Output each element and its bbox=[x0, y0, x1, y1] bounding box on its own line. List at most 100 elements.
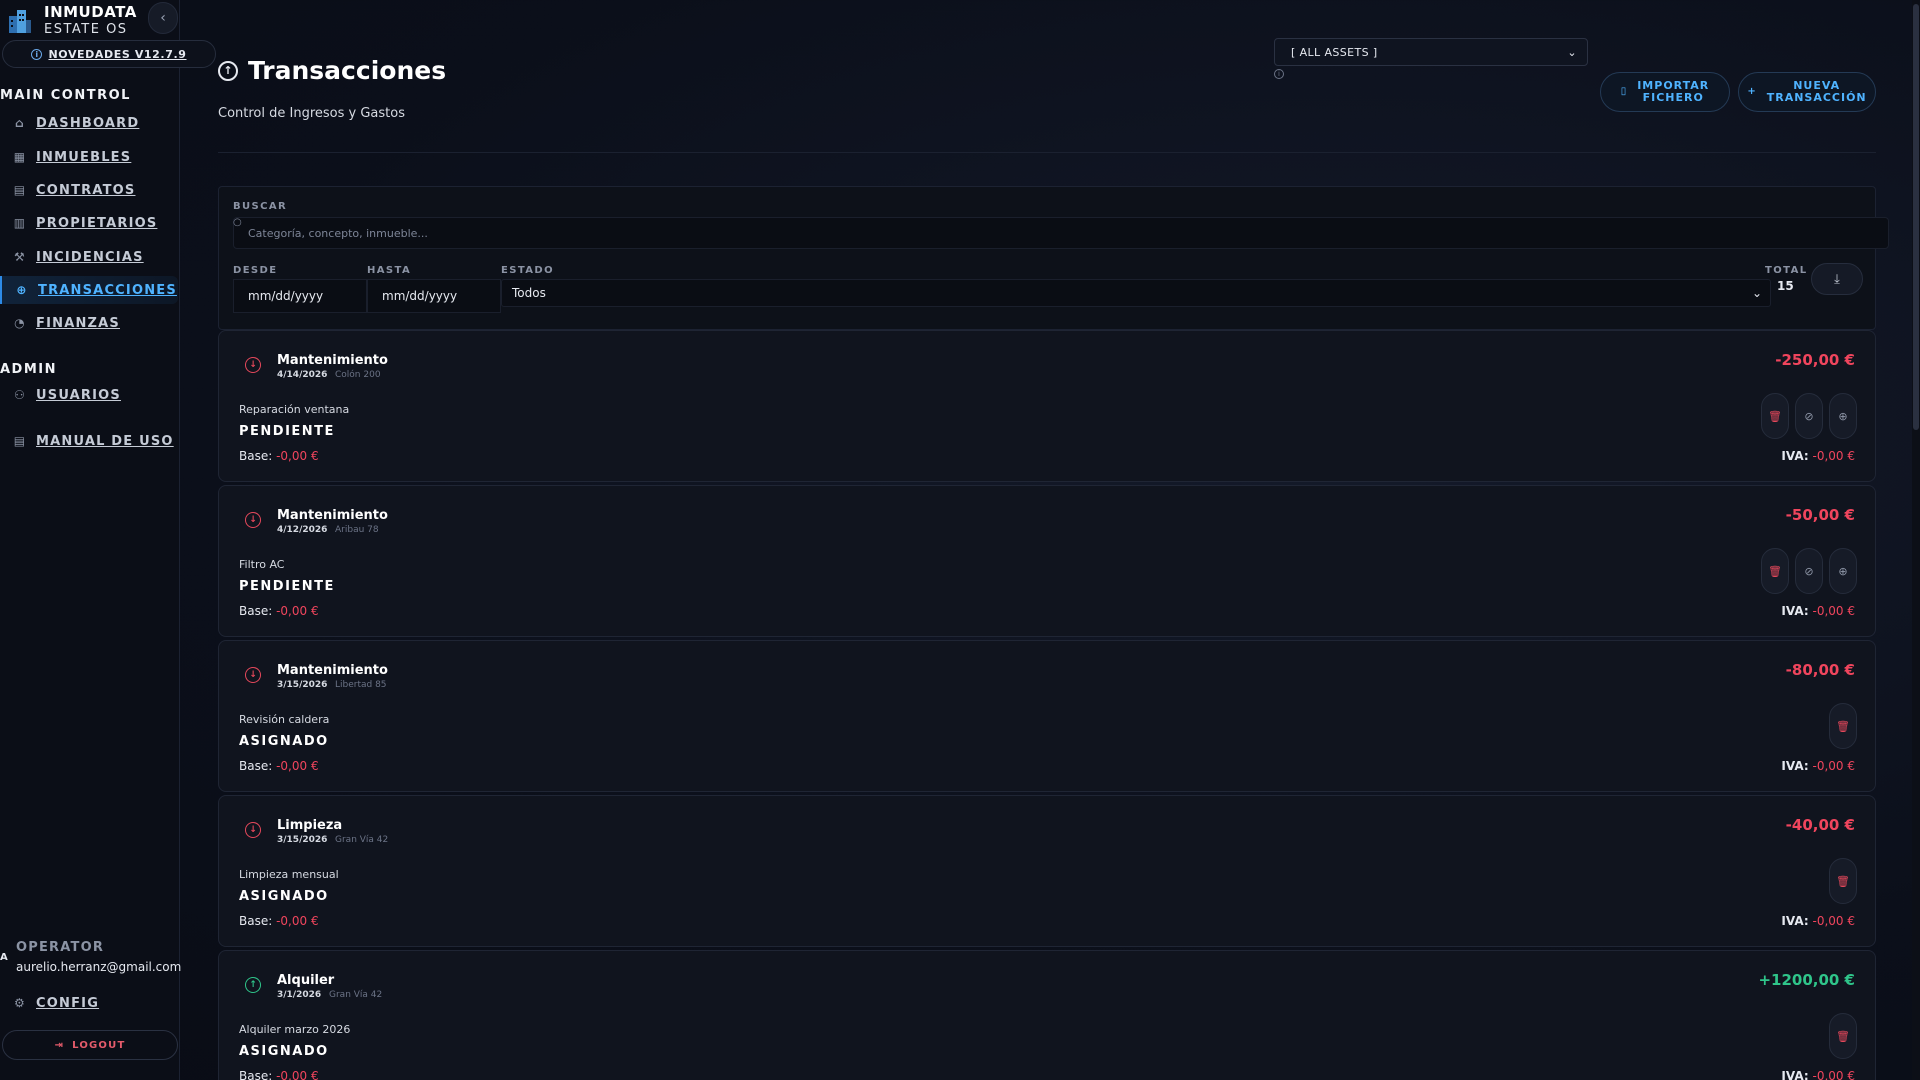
operator-avatar: A bbox=[0, 952, 8, 963]
search-label: BUSCAR bbox=[233, 201, 288, 212]
file-icon: ▯ bbox=[1620, 86, 1628, 97]
sidebar-item-transacciones[interactable]: ⊕ TRANSACCIONES bbox=[0, 276, 178, 304]
transaction-card[interactable]: ↓ Mantenimiento 3/15/2026 Libertad 85 -8… bbox=[218, 640, 1876, 792]
page-title: Transacciones bbox=[248, 56, 447, 85]
sidebar-item-usuarios[interactable]: ⚇ USUARIOS bbox=[0, 381, 178, 409]
base-value: -0,00 € bbox=[276, 759, 319, 773]
collapse-sidebar-button[interactable]: ‹ bbox=[148, 2, 178, 34]
transaction-status: ASIGNADO bbox=[239, 1044, 329, 1059]
cancel-button[interactable]: ⊘ bbox=[1795, 393, 1823, 439]
operator-label: OPERATOR bbox=[16, 940, 105, 955]
chevron-down-icon: ⌄ bbox=[1751, 286, 1762, 300]
sidebar-item-label: TRANSACCIONES bbox=[38, 282, 177, 298]
asset-filter-select[interactable]: [ ALL ASSETS ] ⌄ bbox=[1274, 38, 1588, 66]
transaction-iva: IVA: -0,00 € bbox=[1781, 1069, 1855, 1080]
delete-button[interactable]: 🗑 bbox=[1829, 1013, 1857, 1059]
transaction-concept: Alquiler marzo 2026 bbox=[239, 1023, 351, 1036]
status-select-value: Todos bbox=[512, 286, 546, 300]
sidebar-item-label: PROPIETARIOS bbox=[36, 215, 158, 231]
delete-button[interactable]: 🗑 bbox=[1761, 393, 1789, 439]
transaction-iva: IVA: -0,00 € bbox=[1781, 759, 1855, 773]
total-count: 15 bbox=[1777, 279, 1794, 293]
logout-button[interactable]: ⇥ LOGOUT bbox=[2, 1030, 178, 1060]
transaction-category: Mantenimiento bbox=[277, 508, 388, 523]
iva-label: IVA: bbox=[1781, 604, 1809, 618]
import-file-button[interactable]: ▯ IMPORTAR FICHERO bbox=[1600, 72, 1730, 112]
transaction-iva: IVA: -0,00 € bbox=[1781, 914, 1855, 928]
base-label: Base: bbox=[239, 1069, 273, 1080]
news-version-link[interactable]: i NOVEDADES V12.7.9 bbox=[2, 40, 216, 68]
trash-icon: 🗑 bbox=[1836, 719, 1850, 733]
arrow-down-circle-icon: ⊕ bbox=[1838, 409, 1848, 423]
transaction-base: Base: -0,00 € bbox=[239, 449, 319, 463]
iva-value: -0,00 € bbox=[1812, 449, 1856, 463]
status-select[interactable]: Todos ⌄ bbox=[501, 279, 1771, 307]
from-label: DESDE bbox=[233, 265, 278, 276]
transaction-concept: Filtro AC bbox=[239, 558, 285, 571]
home-icon: ⌂ bbox=[15, 116, 25, 130]
transaction-status: PENDIENTE bbox=[239, 579, 335, 594]
sidebar-item-config[interactable]: ⚙ CONFIG bbox=[0, 989, 178, 1017]
delete-button[interactable]: 🗑 bbox=[1761, 548, 1789, 594]
sidebar-item-inmuebles[interactable]: ▦ INMUEBLES bbox=[0, 143, 178, 171]
transaction-card[interactable]: ↑ Alquiler 3/1/2026 Gran Vía 42 +1200,00… bbox=[218, 950, 1876, 1080]
brand[interactable]: INMUDATA ESTATE OS bbox=[8, 4, 137, 38]
download-button[interactable]: ⤓ bbox=[1811, 263, 1863, 295]
transaction-base: Base: -0,00 € bbox=[239, 759, 319, 773]
info-icon: i bbox=[31, 48, 43, 60]
brand-subtitle: ESTATE OS bbox=[44, 22, 128, 37]
transaction-amount: -250,00 € bbox=[1775, 351, 1855, 369]
transaction-date: 3/15/2026 bbox=[277, 835, 328, 845]
sidebar-item-label: INCIDENCIAS bbox=[36, 249, 144, 265]
transaction-amount: -50,00 € bbox=[1785, 506, 1855, 524]
assign-button[interactable]: ⊕ bbox=[1829, 548, 1857, 594]
base-label: Base: bbox=[239, 604, 273, 618]
expense-icon: ↓ bbox=[245, 667, 261, 683]
base-label: Base: bbox=[239, 449, 273, 463]
page-header: ↑ Transacciones bbox=[218, 56, 446, 85]
chevron-down-icon: ⌄ bbox=[1567, 45, 1577, 59]
transaction-amount: -40,00 € bbox=[1785, 816, 1855, 834]
chevron-left-icon: ‹ bbox=[160, 10, 166, 26]
transaction-card[interactable]: ↓ Limpieza 3/15/2026 Gran Vía 42 -40,00 … bbox=[218, 795, 1876, 947]
scrollbar-thumb[interactable] bbox=[1913, 4, 1919, 430]
from-date-input[interactable]: mm/dd/yyyy bbox=[233, 279, 367, 313]
to-date-input[interactable]: mm/dd/yyyy bbox=[367, 279, 501, 313]
sidebar-item-dashboard[interactable]: ⌂ DASHBOARD bbox=[0, 109, 178, 137]
delete-button[interactable]: 🗑 bbox=[1829, 858, 1857, 904]
transaction-amount: +1200,00 € bbox=[1758, 971, 1855, 989]
page-scrollbar[interactable] bbox=[1912, 0, 1920, 1080]
delete-button[interactable]: 🗑 bbox=[1829, 703, 1857, 749]
section-main-control: MAIN CONTROL bbox=[0, 88, 131, 103]
status-label: ESTADO bbox=[501, 265, 555, 276]
transaction-card[interactable]: ↓ Mantenimiento 4/12/2026 Aribau 78 -50,… bbox=[218, 485, 1876, 637]
transaction-base: Base: -0,00 € bbox=[239, 1069, 319, 1080]
transaction-category: Limpieza bbox=[277, 818, 343, 833]
assign-button[interactable]: ⊕ bbox=[1829, 393, 1857, 439]
sidebar-item-label: FINANZAS bbox=[36, 315, 120, 331]
trash-icon: 🗑 bbox=[1768, 564, 1782, 578]
new-transaction-button[interactable]: + NUEVA TRANSACCIÓN bbox=[1738, 72, 1876, 112]
sidebar-item-finanzas[interactable]: ◔ FINANZAS bbox=[0, 309, 178, 337]
transaction-concept: Limpieza mensual bbox=[239, 868, 339, 881]
base-value: -0,00 € bbox=[276, 1069, 319, 1080]
owners-icon: ▥ bbox=[13, 216, 27, 230]
search-input[interactable]: Categoría, concepto, inmueble... bbox=[233, 217, 1889, 249]
sidebar-item-contratos[interactable]: ▤ CONTRATOS bbox=[0, 176, 178, 204]
wrench-icon: ⚒ bbox=[14, 250, 26, 264]
brand-title: INMUDATA bbox=[44, 3, 137, 21]
expense-icon: ↓ bbox=[245, 512, 261, 528]
transaction-status: ASIGNADO bbox=[239, 734, 329, 749]
sidebar-item-propietarios[interactable]: ▥ PROPIETARIOS bbox=[0, 209, 178, 237]
sidebar-item-manual[interactable]: ▤ MANUAL DE USO bbox=[0, 427, 178, 455]
base-value: -0,00 € bbox=[276, 604, 319, 618]
users-icon: ⚇ bbox=[14, 388, 26, 402]
trash-icon: 🗑 bbox=[1836, 1029, 1850, 1043]
download-icon: ⤓ bbox=[1834, 271, 1840, 287]
sidebar-item-incidencias[interactable]: ⚒ INCIDENCIAS bbox=[0, 243, 178, 271]
sidebar-item-label: CONTRATOS bbox=[36, 182, 136, 198]
cancel-button[interactable]: ⊘ bbox=[1795, 548, 1823, 594]
transaction-card[interactable]: ↓ Mantenimiento 4/14/2026 Colón 200 -250… bbox=[218, 330, 1876, 482]
base-label: Base: bbox=[239, 914, 273, 928]
base-value: -0,00 € bbox=[276, 914, 319, 928]
